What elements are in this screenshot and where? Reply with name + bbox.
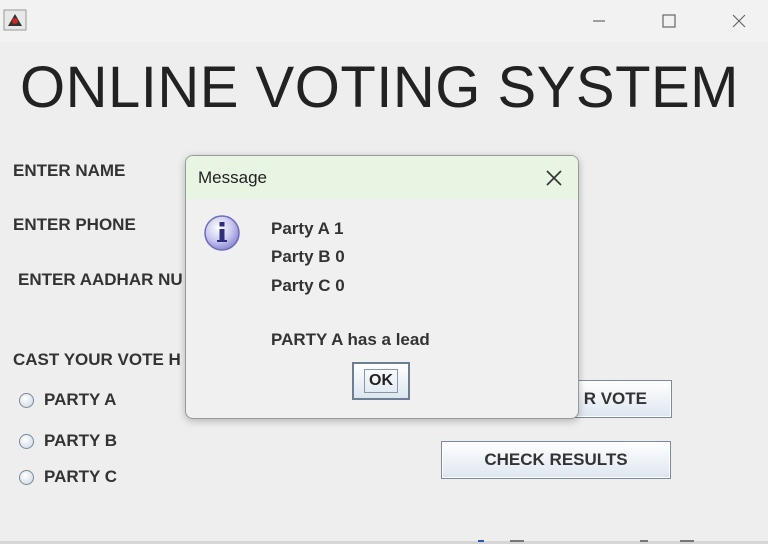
ok-button[interactable]: OK bbox=[352, 362, 410, 400]
lead-message: PARTY A has a lead bbox=[271, 330, 430, 349]
dialog-titlebar: Message bbox=[186, 156, 578, 199]
party-c-label: PARTY C bbox=[44, 467, 118, 486]
party-b-radio[interactable] bbox=[19, 433, 34, 449]
party-b-option[interactable]: PARTY B bbox=[19, 431, 117, 451]
party-a-option[interactable]: PARTY A bbox=[19, 390, 116, 410]
party-c-option[interactable]: PARTY C bbox=[19, 467, 117, 487]
result-party-b: Party B 0 bbox=[271, 247, 345, 266]
result-party-c: Party C 0 bbox=[271, 276, 345, 295]
window-titlebar bbox=[0, 0, 768, 42]
page-title: ONLINE VOTING SYSTEM bbox=[20, 55, 739, 120]
dialog-close-icon[interactable] bbox=[542, 166, 566, 190]
maximize-button[interactable] bbox=[646, 6, 692, 36]
result-party-a: Party A 1 bbox=[271, 219, 344, 238]
message-dialog: Message Party A 1 Party B 0 Party C 0 PA… bbox=[185, 155, 579, 419]
dialog-title: Message bbox=[198, 168, 267, 187]
java-duke-icon bbox=[3, 9, 27, 31]
party-c-radio[interactable] bbox=[19, 469, 34, 485]
minimize-icon bbox=[593, 20, 605, 22]
name-label: ENTER NAME bbox=[13, 161, 126, 180]
aadhar-label: ENTER AADHAR NU bbox=[18, 270, 183, 289]
background-taskbar-fragment bbox=[478, 540, 694, 542]
ok-button-label: OK bbox=[364, 369, 398, 393]
minimize-button[interactable] bbox=[576, 6, 622, 36]
info-icon bbox=[204, 215, 240, 251]
phone-label: ENTER PHONE bbox=[13, 215, 136, 234]
close-icon bbox=[732, 14, 746, 28]
maximize-icon bbox=[662, 14, 676, 28]
party-a-radio[interactable] bbox=[19, 392, 34, 408]
check-results-button[interactable]: CHECK RESULTS bbox=[441, 441, 671, 479]
party-b-label: PARTY B bbox=[44, 431, 118, 450]
close-button[interactable] bbox=[716, 6, 762, 36]
vote-prompt-label: CAST YOUR VOTE H bbox=[13, 350, 181, 369]
party-a-label: PARTY A bbox=[44, 390, 117, 409]
